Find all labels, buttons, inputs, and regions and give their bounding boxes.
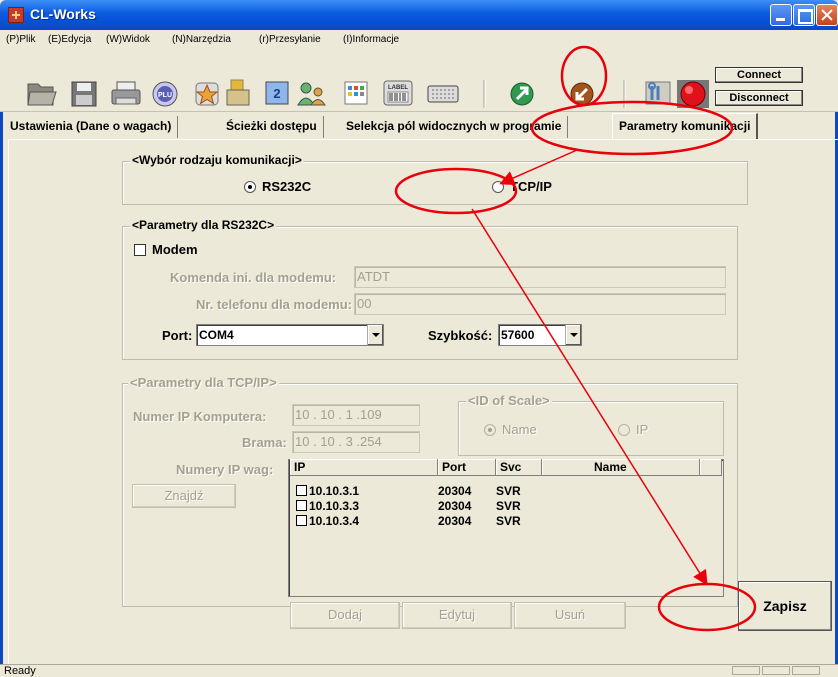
star-icon[interactable] [195, 82, 219, 106]
tcpip-radio[interactable] [492, 181, 504, 193]
plu-text: PLU [158, 92, 172, 99]
label-text: LABEL [388, 85, 408, 91]
scale-id-group [458, 401, 724, 456]
column-header-ip[interactable]: IP [290, 459, 438, 476]
window-title: CL-Works [30, 6, 96, 22]
scale-ip-table[interactable] [288, 459, 724, 597]
status-panel [762, 666, 790, 675]
table-cell-svc: SVR [496, 514, 521, 528]
phone-label: Nr. telefonu dla modemu: [196, 297, 353, 312]
save-button[interactable]: Zapisz [738, 581, 832, 631]
column-header-name[interactable]: Name [542, 459, 700, 476]
save-disk-icon[interactable] [71, 81, 97, 107]
keyboard-icon[interactable] [427, 85, 459, 103]
port-label: Port: [162, 328, 193, 343]
gateway-label: Brama: [242, 435, 287, 450]
minimize-button[interactable] [770, 4, 792, 26]
table-cell-port: 20304 [438, 514, 472, 528]
scale-id-ip-radio[interactable] [618, 424, 630, 436]
phone-field[interactable]: 00 [354, 293, 726, 315]
scale-id-name-label: Name [502, 422, 537, 437]
table-cell-ip: 10.10.3.1 [309, 484, 360, 498]
chevron-down-icon[interactable] [367, 325, 383, 345]
find-button[interactable]: Znajdź [132, 484, 236, 508]
speed-value: 57600 [501, 328, 535, 342]
column-header-port[interactable]: Port [438, 459, 496, 476]
menu-tools[interactable]: (N)Narzędzia [172, 34, 231, 45]
send-icon[interactable] [510, 82, 534, 106]
chevron-down-icon[interactable] [565, 325, 581, 345]
table-cell-port: 20304 [438, 499, 472, 513]
rs232-radio-label: RS232C [262, 179, 312, 194]
speed-label: Szybkość: [428, 328, 493, 343]
scale-id-legend: <ID of Scale> [466, 393, 552, 408]
rs232-radio[interactable] [244, 181, 256, 193]
rs232-legend: <Parametry dla RS232C> [130, 218, 277, 232]
init-cmd-label: Komenda ini. dla modemu: [170, 270, 337, 285]
plu-icon[interactable]: PLU [152, 81, 178, 107]
table-cell-ip: 10.10.3.4 [309, 514, 360, 528]
add-button[interactable]: Dodaj [290, 602, 400, 629]
connect-button[interactable]: Connect [715, 67, 803, 83]
init-cmd-field[interactable]: ATDT [354, 266, 726, 288]
table-cell-port: 20304 [438, 484, 472, 498]
tab-access-paths[interactable]: Ścieżki dostępu [220, 116, 324, 138]
table-cell-svc: SVR [496, 484, 521, 498]
disconnect-button[interactable]: Disconnect [715, 90, 803, 106]
tools-icon[interactable] [645, 81, 671, 105]
port-select[interactable]: COM4 [196, 324, 384, 346]
label-icon[interactable]: LABEL [383, 80, 413, 106]
menu-file[interactable]: (P)Plik [6, 34, 35, 45]
tab-scale-settings[interactable]: Ustawienia (Dane o wagach) [4, 116, 179, 138]
app-icon [8, 7, 24, 23]
menu-transfer[interactable]: (r)Przesyłanie [259, 34, 321, 45]
svg-text:2: 2 [273, 86, 280, 101]
computer-ip-field[interactable]: 10 . 10 . 1 .109 [292, 404, 420, 426]
tcpip-radio-label: TCP/IP [510, 179, 552, 194]
receive-icon[interactable] [570, 82, 594, 106]
title-bar[interactable] [0, 0, 838, 30]
menu-edit[interactable]: (E)Edycja [48, 34, 91, 45]
scale-id-ip-label: IP [636, 422, 649, 437]
close-button[interactable] [816, 4, 838, 26]
menu-info[interactable]: (I)Informacje [343, 34, 399, 45]
scale-icon[interactable] [226, 79, 250, 106]
open-folder-icon[interactable] [27, 83, 57, 106]
status-panel [732, 666, 760, 675]
gateway-field[interactable]: 10 . 10 . 3 .254 [292, 431, 420, 453]
delete-button[interactable]: Usuń [514, 602, 626, 629]
label-user-icon[interactable]: 2 [265, 81, 289, 105]
toolbar-icons: PLU 2 LABEL [27, 79, 709, 108]
computer-ip-label: Numer IP Komputera: [133, 409, 267, 424]
status-bar [0, 664, 838, 675]
tcpip-legend: <Parametry dla TCP/IP> [128, 375, 279, 390]
scale-id-name-radio[interactable] [484, 424, 496, 436]
comm-type-legend: <Wybór rodzaju komunikacji> [130, 153, 304, 167]
row-checkbox[interactable] [296, 515, 307, 526]
modem-label: Modem [152, 242, 198, 257]
column-header-svc[interactable]: Svc [496, 459, 542, 476]
row-checkbox[interactable] [296, 485, 307, 496]
maximize-button[interactable] [793, 4, 815, 26]
scale-ip-label: Numery IP wag: [176, 462, 274, 477]
modem-checkbox[interactable] [134, 244, 146, 256]
print-icon[interactable] [111, 81, 141, 105]
edit-button[interactable]: Edytuj [402, 602, 512, 629]
comm-type-group [122, 161, 748, 205]
column-header-filler [700, 459, 722, 476]
menu-view[interactable]: (W)Widok [106, 34, 150, 45]
port-value: COM4 [199, 328, 234, 342]
row-checkbox[interactable] [296, 500, 307, 511]
tab-visible-fields[interactable]: Selekcja pól widocznych w programie [340, 116, 569, 138]
people-icon[interactable] [297, 82, 326, 106]
table-cell-ip: 10.10.3.3 [309, 499, 360, 513]
speed-select[interactable]: 57600 [498, 324, 582, 346]
barcode-icon[interactable] [344, 81, 368, 105]
status-panel [792, 666, 820, 675]
tab-communication-params[interactable]: Parametry komunikacji [612, 113, 759, 140]
table-cell-svc: SVR [496, 499, 521, 513]
record-icon[interactable] [677, 80, 709, 108]
